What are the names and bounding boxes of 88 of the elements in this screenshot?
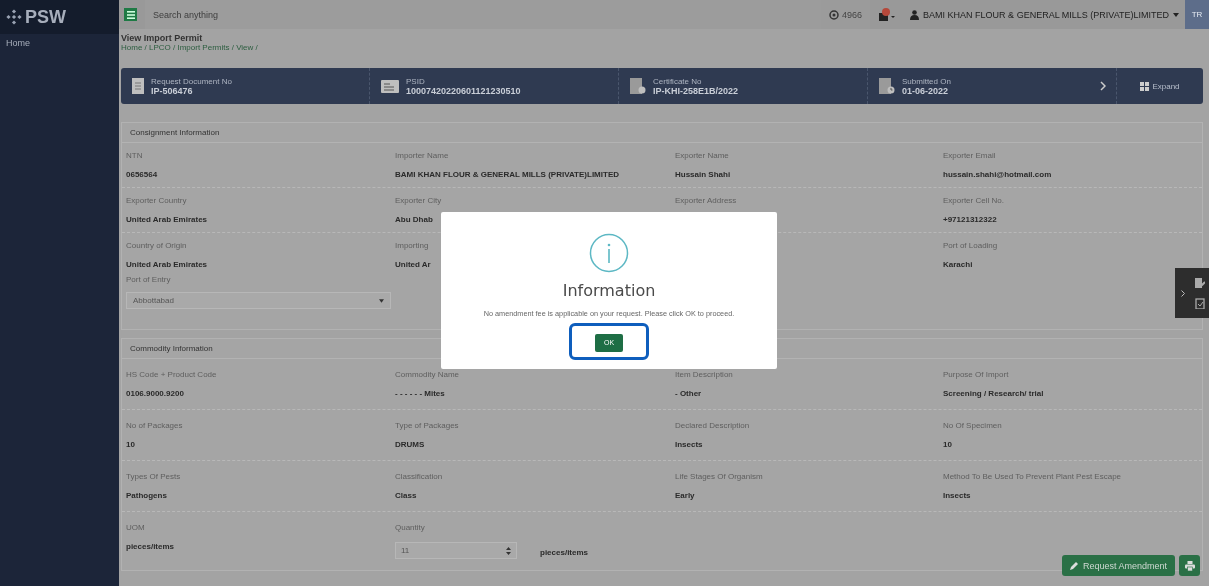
- summary-label: Submitted On: [902, 76, 951, 86]
- certificate-icon: [630, 77, 646, 95]
- field-label: NTN: [126, 151, 144, 160]
- field-value: - - - - - - Mites: [395, 389, 446, 398]
- printer-icon: [1184, 560, 1195, 571]
- field-label: Exporter Email: [943, 151, 997, 160]
- field-label: Exporter Country: [126, 196, 188, 205]
- sidebar-item[interactable]: Home: [0, 34, 119, 52]
- summary-label: PSID: [406, 76, 426, 86]
- menu-button[interactable]: [124, 8, 137, 21]
- field-value: - Other: [675, 389, 703, 398]
- field-value: Class: [395, 491, 418, 500]
- summary-value: 01-06-2022: [902, 85, 950, 96]
- summary-value: 10007420220601121230510: [406, 85, 521, 96]
- edit-document-icon[interactable]: [1195, 277, 1205, 289]
- field-label: Exporter Name: [675, 151, 730, 160]
- summary-value: IP-506476: [151, 85, 194, 96]
- field-value: hussain.shahi@hotmail.com: [943, 170, 1053, 179]
- field-label: Port of Entry: [126, 275, 172, 284]
- target-icon: [829, 9, 840, 20]
- spinner-arrows-icon: [506, 546, 511, 555]
- search-input[interactable]: Search anything: [151, 8, 822, 21]
- field-label: Exporter City: [395, 196, 443, 205]
- field-label: Importer Name: [395, 151, 450, 160]
- diamond-logo-icon: [6, 9, 22, 25]
- info-icon: [589, 233, 629, 273]
- field-value: 0106.9000.9200: [126, 389, 185, 398]
- field-value: Abu Dhab: [395, 215, 434, 224]
- print-button[interactable]: [1179, 555, 1200, 576]
- field-label: Declared Description: [675, 421, 751, 430]
- dialog-title: Information: [562, 281, 656, 300]
- person-icon: [910, 9, 920, 20]
- summary-value: IP-KHI-258E1B/2022: [653, 85, 739, 96]
- field-label: Exporter Cell No.: [943, 196, 1005, 205]
- field-label: HS Code + Product Code: [126, 370, 218, 379]
- id-card-icon: [381, 79, 399, 93]
- field-label: Purpose Of Import: [943, 370, 1010, 379]
- field-label: Quantity: [395, 523, 426, 532]
- field-value: +97121312322: [943, 215, 998, 224]
- request-amendment-button[interactable]: Request Amendment: [1061, 555, 1175, 576]
- field-label: Types Of Pests: [126, 472, 182, 481]
- clipboard-icon[interactable]: [1195, 297, 1205, 309]
- unit-text: pieces/items: [540, 548, 589, 557]
- avatar[interactable]: TR: [1185, 0, 1209, 29]
- field-label: Method To Be Used To Prevent Plant Pest Escape: [943, 472, 1123, 481]
- field-value: Pathogens: [126, 491, 168, 500]
- summary-label: Request Document No: [151, 76, 232, 86]
- field-value: Karachi: [943, 260, 974, 269]
- field-value: Hussain Shahi: [675, 170, 732, 179]
- field-value: BAMI KHAN FLOUR & GENERAL MILLS (PRIVATE)LIMITED: [395, 170, 620, 179]
- field-label: UOM: [126, 523, 146, 532]
- field-label: Classification: [395, 472, 444, 481]
- field-label: No Of Specimen: [943, 421, 1003, 430]
- field-label: Importing: [395, 241, 430, 250]
- document-icon: [132, 78, 144, 94]
- section-title: Consignment Information: [122, 123, 1202, 143]
- user-menu[interactable]: BAMI KHAN FLOUR & GENERAL MILLS (PRIVATE)LIMITED: [904, 9, 1185, 20]
- breadcrumb: Home / LPCO / Import Permits / View /: [121, 43, 259, 52]
- field-value: United Arab Emirates: [126, 215, 209, 224]
- field-label: Exporter Address: [675, 196, 738, 205]
- field-value: Screening / Research/ trial: [943, 389, 1045, 398]
- caret-icon: [1173, 12, 1179, 17]
- counter-text: 4966: [842, 9, 863, 20]
- chevron-right-icon[interactable]: [1181, 289, 1185, 297]
- page-title: View Import Permit: [121, 33, 204, 43]
- field-value: Insects: [943, 491, 972, 500]
- menu-icon: [126, 10, 135, 19]
- field-label: Commodity Name: [395, 370, 460, 379]
- field-value: Early: [675, 491, 696, 500]
- grid-icon: [1140, 81, 1150, 91]
- port-of-entry-dropdown[interactable]: Abbottabad: [126, 292, 391, 309]
- field-value: United Arab Emirates: [126, 260, 209, 269]
- field-label: Item Description: [675, 370, 734, 379]
- field-value: 10: [126, 440, 136, 449]
- caret-icon: [379, 298, 384, 303]
- field-value: 0656564: [126, 170, 159, 179]
- chevron-right-icon[interactable]: [1100, 81, 1106, 91]
- field-label: Life Stages Of Organism: [675, 472, 764, 481]
- quantity-spinner[interactable]: 11: [395, 542, 517, 559]
- expand-button[interactable]: Expand: [1117, 80, 1203, 92]
- field-value: United Ar: [395, 260, 432, 269]
- pencil-icon: [1069, 561, 1079, 570]
- field-value: 10: [943, 440, 953, 449]
- field-value: DRUMS: [395, 440, 426, 449]
- field-value: Insects: [675, 440, 704, 449]
- summary-label: Certificate No: [653, 76, 703, 86]
- field-value: pieces/items: [126, 542, 176, 551]
- logo-text: PSW: [25, 6, 66, 28]
